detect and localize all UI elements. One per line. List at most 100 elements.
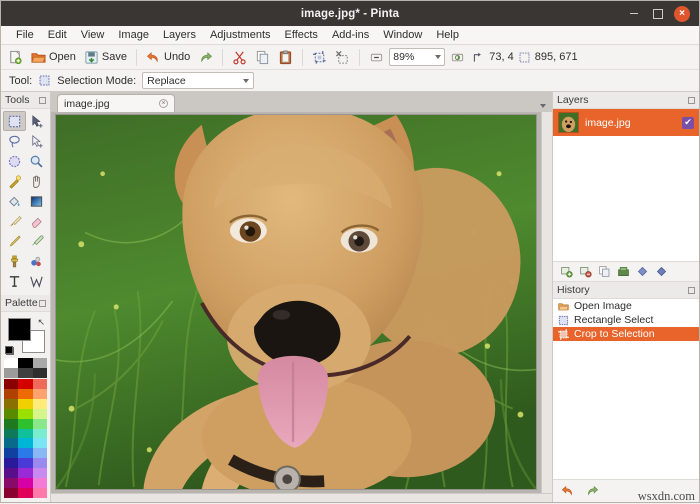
menu-image[interactable]: Image <box>111 26 156 45</box>
palette-color[interactable] <box>18 429 32 439</box>
tool-color-picker[interactable] <box>26 231 49 251</box>
merge-layer-down-icon[interactable] <box>617 265 630 278</box>
chevron-down-icon[interactable] <box>435 55 441 59</box>
history-item[interactable]: Crop to Selection <box>553 327 699 341</box>
tool-zoom[interactable] <box>26 151 49 171</box>
recent-color[interactable] <box>33 368 47 378</box>
primary-color-swatch[interactable] <box>8 318 31 341</box>
palette-color-grid[interactable] <box>4 379 47 498</box>
recent-color[interactable] <box>18 358 32 368</box>
palette-color[interactable] <box>4 448 18 458</box>
palette-color[interactable] <box>33 389 47 399</box>
redo-button[interactable] <box>195 47 216 68</box>
tool-pan[interactable] <box>26 171 49 191</box>
palette-color[interactable] <box>33 409 47 419</box>
palette-color[interactable] <box>4 399 18 409</box>
menu-adjustments[interactable]: Adjustments <box>203 26 278 45</box>
recent-color[interactable] <box>33 358 47 368</box>
palette-color[interactable] <box>18 468 32 478</box>
tools-dock-collapse-icon[interactable] <box>39 97 46 104</box>
palette-color[interactable] <box>33 399 47 409</box>
tab-image-jpg[interactable]: image.jpg × <box>57 94 175 112</box>
delete-layer-icon[interactable] <box>579 265 592 278</box>
history-item[interactable]: Open Image <box>553 299 699 313</box>
history-dock-collapse-icon[interactable] <box>688 287 695 294</box>
menu-file[interactable]: File <box>9 26 41 45</box>
crop-to-selection-button[interactable] <box>309 47 330 68</box>
history-undo-icon[interactable] <box>561 484 575 498</box>
zoom-in-button[interactable] <box>447 47 468 68</box>
tool-recolor[interactable] <box>26 251 49 271</box>
add-layer-icon[interactable] <box>560 265 573 278</box>
tool-clone-stamp[interactable] <box>3 251 26 271</box>
palette-color[interactable] <box>4 389 18 399</box>
layer-row[interactable]: image.jpg ✔ <box>553 109 699 136</box>
recent-color[interactable] <box>4 358 18 368</box>
palette-color[interactable] <box>33 448 47 458</box>
selection-mode-dropdown[interactable]: Replace <box>142 72 254 89</box>
reset-colors-icon[interactable] <box>6 347 14 355</box>
palette-color[interactable] <box>4 438 18 448</box>
palette-color[interactable] <box>33 438 47 448</box>
palette-color[interactable] <box>4 478 18 488</box>
menu-window[interactable]: Window <box>376 26 429 45</box>
tool-paint-bucket[interactable] <box>3 191 26 211</box>
canvas-horizontal-scrollbar[interactable] <box>51 493 552 502</box>
palette-color[interactable] <box>18 488 32 498</box>
history-item[interactable]: Rectangle Select <box>553 313 699 327</box>
palette-color[interactable] <box>4 488 18 498</box>
cut-button[interactable] <box>229 47 250 68</box>
maximize-button[interactable] <box>650 6 665 21</box>
palette-color[interactable] <box>18 419 32 429</box>
tool-pencil[interactable] <box>3 231 26 251</box>
history-redo-icon[interactable] <box>585 484 599 498</box>
layer-visibility-checkbox[interactable]: ✔ <box>682 117 694 129</box>
move-layer-up-icon[interactable] <box>636 265 649 278</box>
menu-effects[interactable]: Effects <box>278 26 325 45</box>
tool-text[interactable] <box>3 271 26 291</box>
tab-list-chevron-down-icon[interactable] <box>540 104 546 108</box>
tool-move-selected[interactable] <box>26 111 49 131</box>
palette-color[interactable] <box>33 468 47 478</box>
zoom-out-button[interactable] <box>366 47 387 68</box>
recent-color[interactable] <box>18 368 32 378</box>
tool-ellipse-select[interactable] <box>3 151 26 171</box>
zoom-level-field[interactable]: 89% <box>389 48 445 66</box>
menu-layers[interactable]: Layers <box>156 26 203 45</box>
palette-color[interactable] <box>4 379 18 389</box>
palette-color[interactable] <box>18 399 32 409</box>
minimize-button[interactable] <box>626 6 641 21</box>
open-button[interactable]: Open <box>28 47 79 68</box>
palette-color[interactable] <box>18 438 32 448</box>
zoom-combo[interactable]: 89% <box>389 48 445 66</box>
tool-gradient[interactable] <box>26 191 49 211</box>
palette-dock-collapse-icon[interactable] <box>39 300 46 307</box>
undo-button[interactable]: Undo <box>143 47 193 68</box>
move-layer-down-icon[interactable] <box>655 265 668 278</box>
palette-color[interactable] <box>33 458 47 468</box>
palette-color[interactable] <box>18 448 32 458</box>
new-image-button[interactable] <box>5 47 26 68</box>
palette-color[interactable] <box>18 458 32 468</box>
tool-paintbrush[interactable] <box>3 211 26 231</box>
tool-magic-wand[interactable] <box>3 171 26 191</box>
recent-color[interactable] <box>4 368 18 378</box>
menu-view[interactable]: View <box>74 26 112 45</box>
deselect-all-button[interactable] <box>332 47 353 68</box>
palette-color[interactable] <box>4 409 18 419</box>
chevron-down-icon[interactable] <box>243 79 249 83</box>
canvas-area[interactable] <box>51 112 541 493</box>
menu-help[interactable]: Help <box>429 26 466 45</box>
layers-dock-collapse-icon[interactable] <box>688 97 695 104</box>
palette-color[interactable] <box>4 458 18 468</box>
palette-color[interactable] <box>33 488 47 498</box>
tool-eraser[interactable] <box>26 211 49 231</box>
canvas-vertical-scrollbar[interactable] <box>541 112 552 493</box>
palette-color[interactable] <box>33 429 47 439</box>
copy-button[interactable] <box>252 47 273 68</box>
recent-colors[interactable] <box>4 358 47 378</box>
save-button[interactable]: Save <box>81 47 130 68</box>
palette-color[interactable] <box>33 419 47 429</box>
tool-line-curve[interactable] <box>26 271 49 291</box>
tool-move-selection[interactable] <box>26 131 49 151</box>
